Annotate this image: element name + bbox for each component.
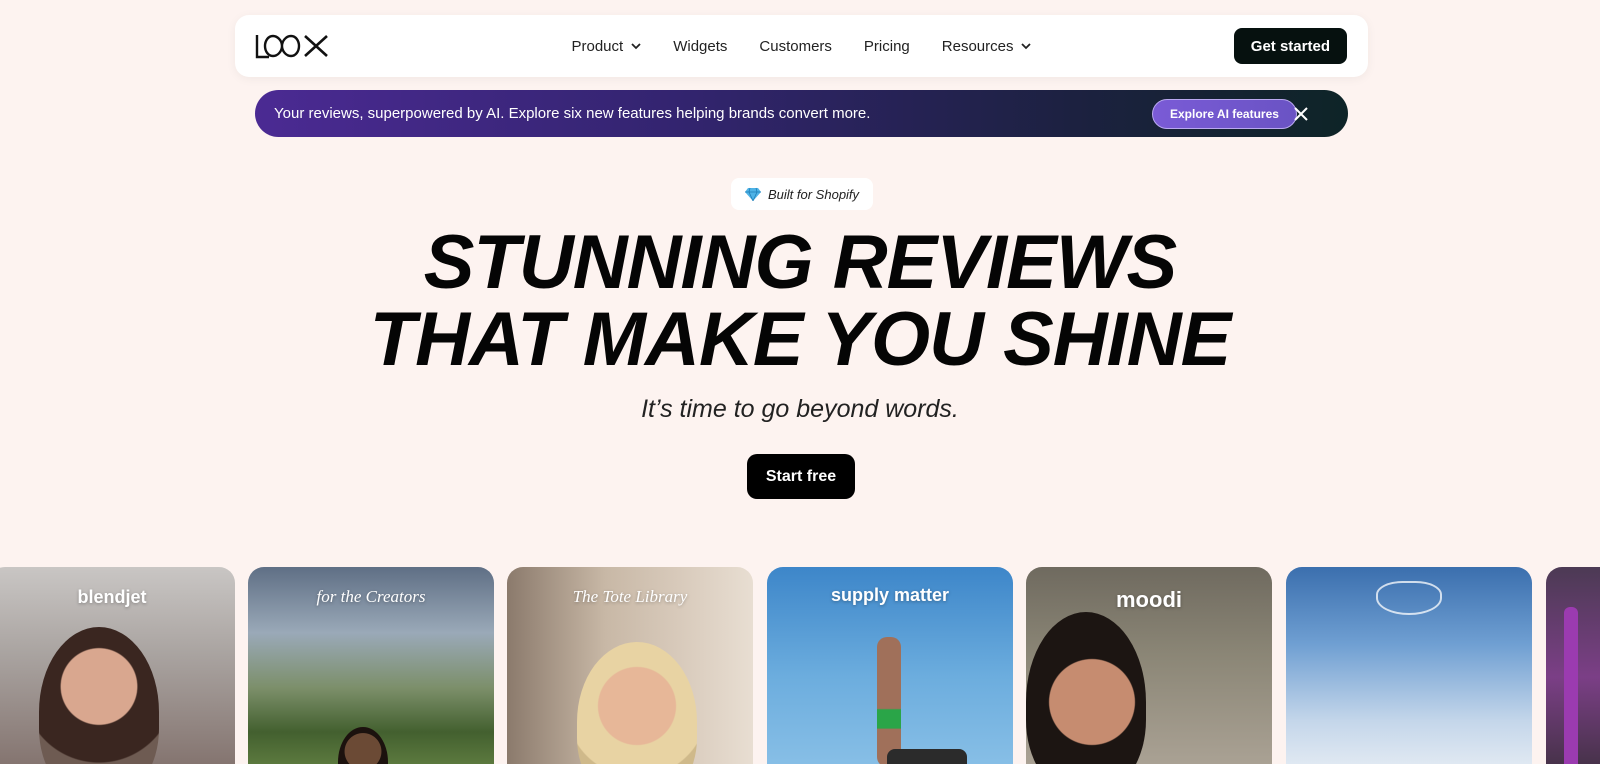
chevron-down-icon <box>631 43 641 50</box>
nav-customers[interactable]: Customers <box>759 38 832 55</box>
start-free-button[interactable]: Start free <box>747 454 855 499</box>
hero-subheadline: It’s time to go beyond words. <box>641 395 959 423</box>
review-video-card[interactable]: supply matter <box>767 567 1013 764</box>
page: Product Widgets Customers Pricing Resour… <box>0 0 1600 764</box>
close-icon[interactable] <box>1291 104 1311 124</box>
nav-widgets-label: Widgets <box>673 37 728 55</box>
nav-pricing-label: Pricing <box>863 37 910 55</box>
gym-equipment-image <box>1564 607 1578 764</box>
reviewer-image <box>1026 612 1146 764</box>
review-video-card[interactable] <box>1546 567 1600 764</box>
built-for-shopify-badge: Built for Shopify <box>731 178 874 210</box>
boutique-logo-icon <box>1376 581 1442 615</box>
chevron-down-icon <box>1021 43 1032 50</box>
nav-product-label: Product <box>571 37 624 55</box>
rock-image <box>887 749 967 764</box>
reviewer-image <box>338 727 388 764</box>
nav-product[interactable]: Product <box>572 38 642 55</box>
reviewer-image <box>577 642 697 764</box>
nav-links: Product Widgets Customers Pricing Resour… <box>235 15 1368 77</box>
nav-resources-label: Resources <box>941 37 1014 55</box>
card-brand-label: moodi <box>1116 587 1182 612</box>
review-video-card[interactable]: moodi <box>1026 567 1272 764</box>
nav-customers-label: Customers <box>759 37 832 55</box>
banner-text: Your reviews, superpowered by AI. Explor… <box>274 105 871 122</box>
review-video-card[interactable]: blendjet <box>0 567 235 764</box>
diamond-icon <box>745 187 761 201</box>
hero-headline-line-2: THAT MAKE YOU SHINE <box>369 297 1232 382</box>
loox-logo[interactable] <box>255 31 331 61</box>
card-brand-label: blendjet <box>77 587 147 607</box>
get-started-button[interactable]: Get started <box>1233 28 1347 64</box>
card-brand-label: The Tote Library <box>572 587 688 606</box>
nav-pricing[interactable]: Pricing <box>864 38 910 55</box>
hero-headline-line-1: STUNNING REVIEWS <box>423 220 1178 305</box>
review-video-card[interactable]: The Tote Library <box>507 567 753 764</box>
reviewer-image <box>39 627 159 764</box>
top-navigation: Product Widgets Customers Pricing Resour… <box>235 15 1368 77</box>
review-video-card[interactable] <box>1286 567 1532 764</box>
explore-ai-features-button[interactable]: Explore AI features <box>1152 99 1297 129</box>
badge-label: Built for Shopify <box>768 186 860 202</box>
nav-widgets[interactable]: Widgets <box>673 38 727 55</box>
reviewer-image <box>877 637 901 764</box>
nav-resources[interactable]: Resources <box>942 38 1032 55</box>
card-brand-label: for the Creators <box>316 587 426 606</box>
card-brand-label: supply matter <box>830 585 950 605</box>
ai-announcement-banner: Your reviews, superpowered by AI. Explor… <box>255 90 1348 137</box>
review-video-card[interactable]: for the Creators <box>248 567 494 764</box>
